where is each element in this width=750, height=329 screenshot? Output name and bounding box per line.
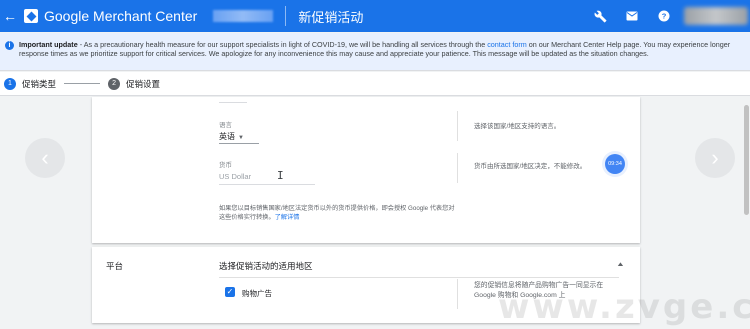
account-name-blurred[interactable] bbox=[213, 10, 274, 22]
field-underline bbox=[219, 102, 247, 103]
text-cursor-icon: I bbox=[277, 169, 284, 182]
currency-conversion-note: 如果您以目标销售国家/地区法定货币以外的货币提供价格，即会授权 Google 代… bbox=[219, 204, 459, 222]
contact-form-link[interactable]: contact form bbox=[487, 40, 527, 49]
header-actions: ? bbox=[584, 0, 750, 32]
currency-field: US Dollar bbox=[219, 172, 252, 181]
help-divider bbox=[457, 153, 458, 183]
country-settings-card: 语言 英语 ▼ 选择该国家/地区支持的语言。 货币 US Dollar I 货币由… bbox=[92, 97, 640, 243]
step-2-label[interactable]: 促销设置 bbox=[126, 78, 160, 90]
help-divider bbox=[457, 279, 458, 309]
account-avatar-blurred[interactable] bbox=[684, 7, 748, 25]
top-app-bar: ← Google Merchant Center 新促销活动 ? bbox=[0, 0, 750, 32]
shopping-ads-checkbox[interactable]: ✓ bbox=[225, 287, 235, 297]
language-help: 选择该国家/地区支持的语言。 bbox=[474, 123, 561, 130]
checkbox-label[interactable]: 购物广告 bbox=[242, 288, 272, 299]
currency-help: 货币由所选国家/地区决定，不能修改。 bbox=[474, 163, 587, 170]
step-2-indicator: 2 bbox=[108, 77, 121, 90]
section-divider bbox=[219, 277, 619, 278]
time-badge[interactable]: 09:34 bbox=[605, 154, 625, 174]
currency-underline bbox=[219, 184, 315, 185]
back-arrow-icon[interactable]: ← bbox=[0, 0, 20, 32]
language-label: 语言 bbox=[219, 122, 232, 129]
svg-text:?: ? bbox=[662, 12, 667, 21]
mail-icon[interactable] bbox=[616, 11, 648, 21]
covid-update-banner: i Important update - As a precautionary … bbox=[0, 33, 750, 71]
step-connector bbox=[64, 83, 101, 84]
step-1-indicator: 1 bbox=[4, 77, 16, 90]
section-subtitle: 选择促销活动的适用地区 bbox=[219, 261, 313, 271]
help-divider bbox=[457, 111, 458, 141]
chevron-right-icon[interactable]: › bbox=[695, 138, 735, 178]
learn-more-link[interactable]: 了解详情 bbox=[275, 214, 300, 221]
header-divider bbox=[285, 6, 287, 26]
language-underline bbox=[219, 143, 259, 144]
wrench-icon[interactable] bbox=[584, 10, 616, 23]
info-icon: i bbox=[5, 41, 14, 50]
language-select[interactable]: 英语 ▼ bbox=[219, 131, 244, 142]
banner-text: - As a precautionary health measure for … bbox=[77, 40, 488, 49]
note-text: 如果您以目标销售国家/地区法定货币以外的货币提供价格，即会授权 Google 代… bbox=[219, 205, 455, 221]
watermark: www.zvge.cn bbox=[498, 287, 750, 327]
progress-stepper: 1 促销类型 2 促销设置 bbox=[0, 72, 750, 96]
chevron-left-icon[interactable]: ‹ bbox=[25, 138, 65, 178]
currency-label: 货币 bbox=[219, 162, 232, 169]
brand-name: Google Merchant Center bbox=[44, 8, 198, 24]
step-1-label[interactable]: 促销类型 bbox=[22, 78, 56, 90]
scrollbar-thumb[interactable] bbox=[744, 105, 749, 215]
merchant-center-logo bbox=[24, 9, 38, 23]
help-icon[interactable]: ? bbox=[648, 10, 680, 22]
section-title: 平台 bbox=[106, 261, 124, 271]
language-value: 英语 bbox=[219, 132, 235, 141]
chevron-up-icon[interactable]: ▲ bbox=[616, 261, 625, 268]
banner-heading: Important update bbox=[19, 40, 78, 49]
dropdown-caret-icon: ▼ bbox=[238, 135, 244, 141]
page-title: 新促销活动 bbox=[298, 9, 364, 25]
